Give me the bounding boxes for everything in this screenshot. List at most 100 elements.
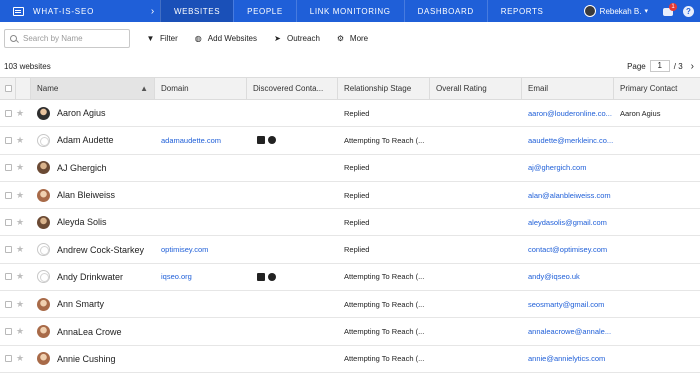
table-row[interactable]: ★ Annie Cushing Attempting To Reach (...…	[0, 346, 700, 373]
table-row[interactable]: ★ AnnaLea Crowe Attempting To Reach (...…	[0, 318, 700, 346]
tab-reports[interactable]: REPORTS	[486, 0, 557, 22]
avatar	[37, 243, 50, 257]
column-header-name[interactable]: Name ▲	[31, 78, 155, 99]
row-checkbox[interactable]	[5, 328, 12, 336]
top-nav: WHAT-IS-SEO › WEBSITES PEOPLE LINK MONIT…	[0, 0, 700, 22]
table-row[interactable]: ★ Ann Smarty Attempting To Reach (... se…	[0, 291, 700, 319]
email-link[interactable]: andy@iqseo.uk	[528, 272, 580, 281]
overall-rating-cell	[430, 155, 522, 181]
star-icon[interactable]: ★	[16, 326, 24, 337]
domain-link[interactable]: iqseo.org	[161, 272, 192, 281]
domain-link[interactable]: optimisey.com	[161, 245, 208, 254]
website-name[interactable]: Andrew Cock-Starkey	[57, 245, 144, 255]
tab-people[interactable]: PEOPLE	[233, 0, 296, 22]
star-icon[interactable]: ★	[16, 162, 24, 173]
help-button[interactable]: ?	[683, 5, 694, 17]
notifications-button[interactable]: 1	[663, 3, 677, 17]
twitter-icon[interactable]	[257, 136, 265, 145]
avatar	[37, 133, 50, 147]
email-cell: seosmarty@gmail.com	[522, 291, 614, 317]
tab-link-monitoring[interactable]: LINK MONITORING	[295, 0, 404, 22]
star-icon[interactable]: ★	[16, 353, 24, 364]
email-link[interactable]: aaron@louderonline.co...	[528, 109, 612, 118]
column-header-relationship-stage[interactable]: Relationship Stage	[338, 78, 430, 99]
star-icon[interactable]: ★	[16, 217, 24, 228]
row-checkbox[interactable]	[5, 136, 12, 144]
email-link[interactable]: annaleacrowe@annale...	[528, 327, 611, 336]
row-select-cell	[0, 155, 16, 181]
row-checkbox[interactable]	[5, 273, 12, 281]
email-link[interactable]: contact@optimisey.com	[528, 245, 607, 254]
email-link[interactable]: aj@ghergich.com	[528, 163, 586, 172]
outreach-label: Outreach	[287, 34, 320, 43]
website-name[interactable]: AnnaLea Crowe	[57, 327, 122, 337]
website-name[interactable]: Aaron Agius	[57, 108, 106, 118]
column-header-email[interactable]: Email	[522, 78, 614, 99]
website-name[interactable]: Annie Cushing	[57, 354, 116, 364]
table-row[interactable]: ★ Aleyda Solis Replied aleydasolis@gmail…	[0, 209, 700, 237]
primary-contact-cell	[614, 318, 700, 344]
brand-menu[interactable]: WHAT-IS-SEO ›	[0, 0, 160, 22]
google-plus-icon[interactable]	[257, 272, 265, 281]
website-name[interactable]: Adam Audette	[57, 135, 114, 145]
add-websites-button[interactable]: ◍ Add Websites	[194, 34, 257, 43]
discovered-contacts-cell	[247, 127, 338, 153]
table-row[interactable]: ★ Andrew Cock-Starkey optimisey.com Repl…	[0, 236, 700, 264]
page-input[interactable]: 1	[649, 60, 670, 72]
primary-contact[interactable]: Aaron Agius	[620, 109, 660, 118]
globe-icon[interactable]	[268, 136, 276, 145]
email-link[interactable]: aleydasolis@gmail.com	[528, 218, 607, 227]
discovered-contacts-cell	[247, 318, 338, 344]
row-checkbox[interactable]	[5, 164, 12, 172]
filter-button[interactable]: ▼ Filter	[146, 34, 178, 43]
select-all-checkbox[interactable]	[5, 85, 12, 92]
website-name[interactable]: Alan Bleiweiss	[57, 190, 115, 200]
star-icon[interactable]: ★	[16, 135, 24, 146]
search-input[interactable]	[23, 34, 123, 43]
table-row[interactable]: ★ Adam Audette adamaudette.com Attemptin…	[0, 127, 700, 155]
column-header-overall-rating[interactable]: Overall Rating	[430, 78, 522, 99]
domain-link[interactable]: adamaudette.com	[161, 136, 221, 145]
row-checkbox[interactable]	[5, 109, 12, 117]
relationship-stage: Replied	[344, 245, 370, 255]
tab-websites[interactable]: WEBSITES	[160, 0, 234, 22]
website-name[interactable]: Ann Smarty	[57, 299, 104, 309]
star-icon[interactable]: ★	[16, 190, 24, 201]
star-icon[interactable]: ★	[16, 271, 24, 282]
row-checkbox[interactable]	[5, 355, 12, 363]
star-icon[interactable]: ★	[16, 244, 24, 255]
user-menu[interactable]: Rebekah B. ▾ 1 ?	[583, 0, 700, 22]
row-checkbox[interactable]	[5, 246, 12, 254]
table-body: ★ Aaron Agius Replied aaron@louderonline…	[0, 100, 700, 373]
website-name[interactable]: Aleyda Solis	[57, 217, 107, 227]
email-link[interactable]: alan@alanbleiweiss.com	[528, 191, 611, 200]
column-header-primary-contact[interactable]: Primary Contact	[614, 78, 700, 99]
table-row[interactable]: ★ Alan Bleiweiss Replied alan@alanbleiwe…	[0, 182, 700, 210]
star-icon[interactable]: ★	[16, 108, 24, 119]
email-link[interactable]: aaudette@merkleinc.co...	[528, 136, 613, 145]
domain-cell: adamaudette.com	[155, 127, 247, 153]
row-checkbox[interactable]	[5, 191, 12, 199]
website-name[interactable]: Andy Drinkwater	[57, 272, 123, 282]
row-checkbox[interactable]	[5, 218, 12, 226]
outreach-button[interactable]: ➤ Outreach	[273, 34, 320, 43]
column-header-domain[interactable]: Domain	[155, 78, 247, 99]
table-row[interactable]: ★ Andy Drinkwater iqseo.org Attempting T…	[0, 264, 700, 292]
tab-dashboard[interactable]: DASHBOARD	[403, 0, 487, 22]
primary-contact-cell	[614, 236, 700, 262]
table-row[interactable]: ★ Aaron Agius Replied aaron@louderonline…	[0, 100, 700, 128]
row-checkbox[interactable]	[5, 300, 12, 308]
globe-icon[interactable]	[268, 272, 276, 281]
more-button[interactable]: ⚙ More	[336, 34, 368, 43]
column-header-discovered-contacts[interactable]: Discovered Conta...	[247, 78, 338, 99]
next-page-button[interactable]: ›	[691, 61, 694, 72]
email-cell: aaron@louderonline.co...	[522, 100, 614, 126]
star-icon[interactable]: ★	[16, 299, 24, 310]
domain-cell	[155, 155, 247, 181]
name-cell: Aleyda Solis	[31, 209, 155, 235]
overall-rating-cell	[430, 182, 522, 208]
email-link[interactable]: seosmarty@gmail.com	[528, 300, 604, 309]
email-link[interactable]: annie@annielytics.com	[528, 354, 605, 363]
website-name[interactable]: AJ Ghergich	[57, 163, 107, 173]
table-row[interactable]: ★ AJ Ghergich Replied aj@ghergich.com	[0, 155, 700, 182]
